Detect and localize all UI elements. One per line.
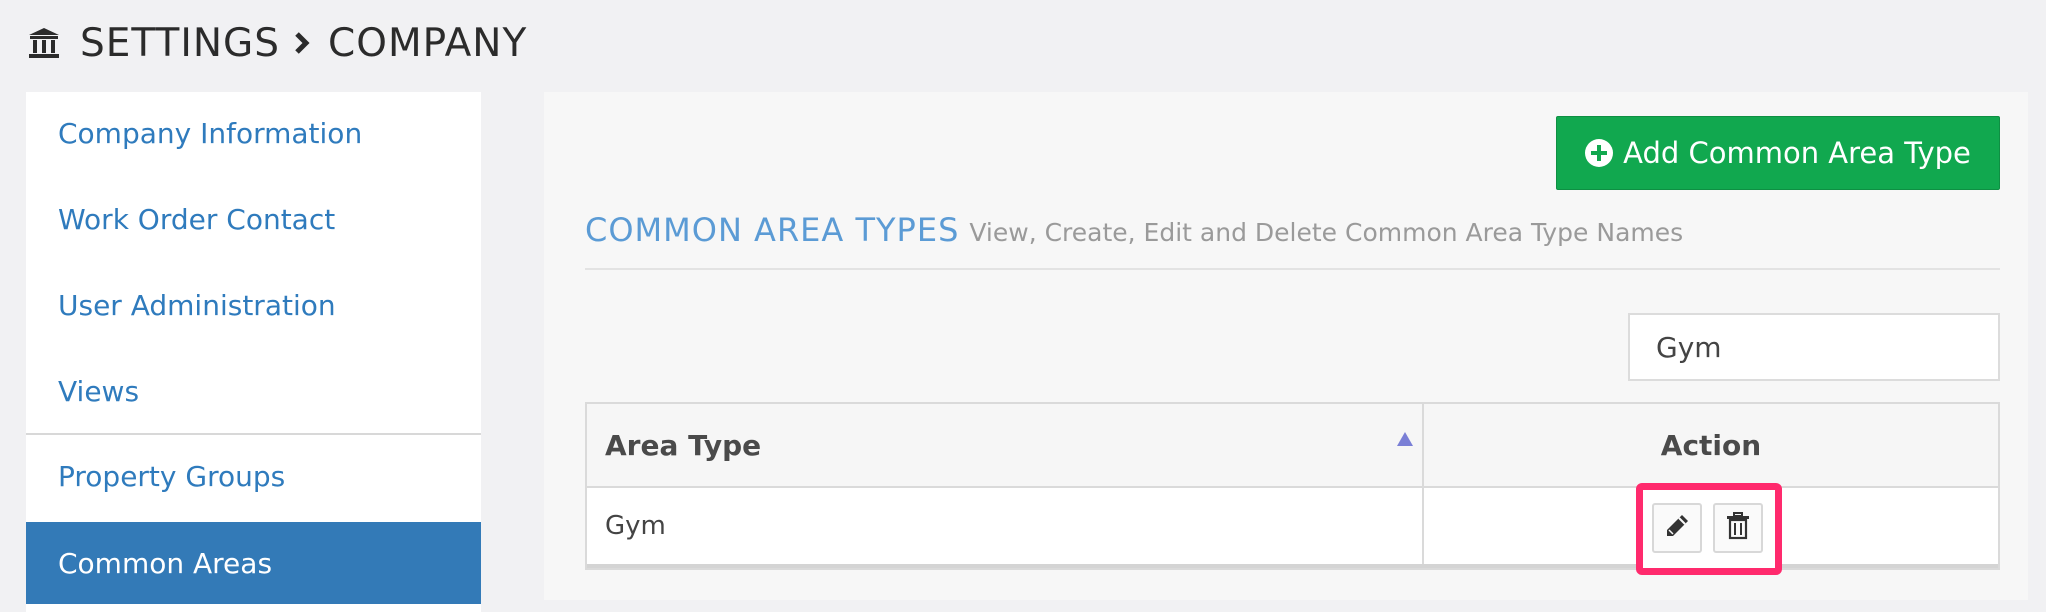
sort-ascending-icon[interactable] [1397,432,1413,446]
breadcrumb-company: COMPANY [328,20,528,66]
breadcrumb-settings[interactable]: SETTINGS [80,21,280,66]
section-title: COMMON AREA TYPES [585,211,960,249]
trash-icon [1725,512,1751,544]
table-bottom-border [587,564,1998,568]
breadcrumb: SETTINGS COMPANY [26,18,527,68]
area-types-table: Area Type Action Gym [585,402,2000,570]
sidebar-item-common-areas[interactable]: Common Areas [26,522,481,604]
column-header-area-type[interactable]: Area Type [605,404,761,486]
bank-icon [26,25,62,61]
settings-sidebar: Company Information Work Order Contact U… [26,92,481,612]
section-header: COMMON AREA TYPES View, Create, Edit and… [585,211,1683,249]
delete-button[interactable] [1713,503,1763,553]
column-divider [1422,404,1424,568]
sidebar-item-views[interactable]: Views [26,350,481,432]
chevron-right-icon [292,29,318,57]
add-button-label: Add Common Area Type [1623,136,1971,170]
column-header-action: Action [1660,428,1762,462]
plus-circle-icon [1585,139,1614,167]
edit-icon [1663,512,1691,544]
sidebar-item-user-administration[interactable]: User Administration [26,264,481,346]
sidebar-item-property-groups[interactable]: Property Groups [26,435,481,517]
section-divider [585,268,2000,270]
sidebar-item-work-order-contact[interactable]: Work Order Contact [26,178,481,260]
add-common-area-type-button[interactable]: Add Common Area Type [1556,116,2000,190]
section-subtitle: View, Create, Edit and Delete Common Are… [969,218,1684,247]
sidebar-item-company-information[interactable]: Company Information [26,92,481,174]
edit-button[interactable] [1652,503,1702,553]
table-cell-area-type: Gym [605,511,666,541]
search-input[interactable] [1628,313,2000,381]
